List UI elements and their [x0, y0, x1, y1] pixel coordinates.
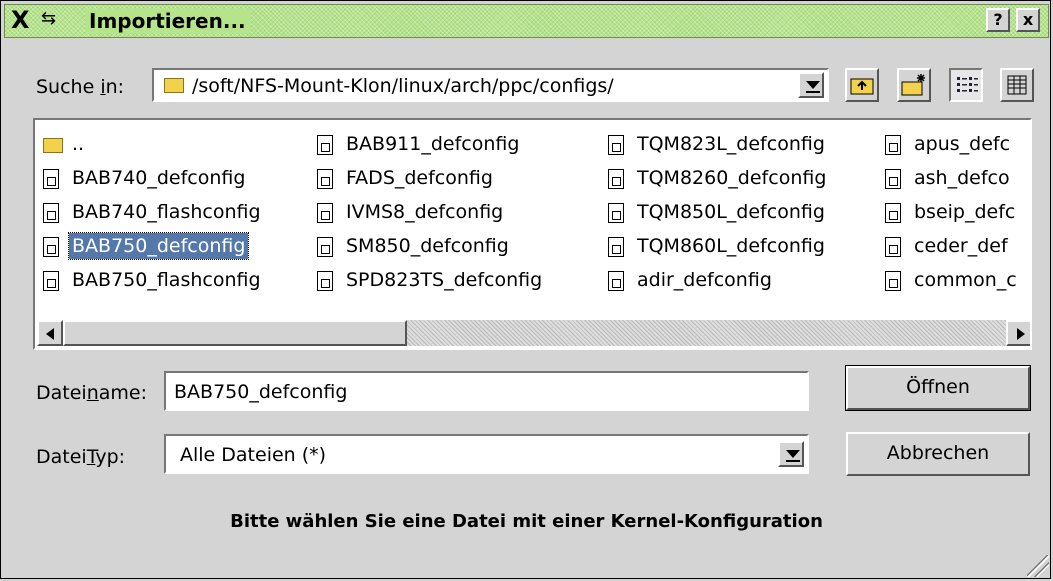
- file-icon: [885, 135, 901, 155]
- import-dialog: X ⇆ Importieren... ? x Suche in: /soft/N…: [0, 0, 1053, 581]
- file-icon: [317, 203, 333, 223]
- chevron-down-icon: [786, 450, 800, 458]
- parent-directory-icon: [850, 78, 874, 95]
- title-bar[interactable]: X ⇆ Importieren... ? x: [4, 4, 1049, 38]
- file-icon: [43, 203, 59, 223]
- filetype-dropdown-button[interactable]: [778, 441, 804, 467]
- file-icon: [317, 237, 333, 257]
- detail-view-icon: [1007, 75, 1027, 95]
- lookin-combobox[interactable]: /soft/NFS-Mount-Klon/linux/arch/ppc/conf…: [152, 68, 829, 102]
- lookin-path: /soft/NFS-Mount-Klon/linux/arch/ppc/conf…: [192, 75, 614, 97]
- scroll-right-button[interactable]: [1006, 320, 1030, 346]
- file-icon: [885, 237, 901, 257]
- hint-text: Bitte wählen Sie eine Datei mit einer Ke…: [230, 511, 823, 532]
- filename-input[interactable]: BAB750_defconfig: [164, 371, 809, 411]
- file-icon: [317, 271, 333, 291]
- folder-icon: [43, 138, 63, 153]
- list-view-icon: [957, 77, 978, 92]
- new-folder-icon: [901, 74, 925, 96]
- chevron-down-icon: [806, 81, 820, 89]
- file-icon: [43, 169, 59, 189]
- file-icon: [608, 203, 624, 223]
- folder-icon: [164, 78, 184, 93]
- horizontal-scrollbar[interactable]: [37, 320, 1030, 346]
- help-button[interactable]: ?: [986, 8, 1010, 32]
- open-button[interactable]: Öffnen: [845, 365, 1031, 411]
- arrow-right-icon: [1017, 328, 1025, 340]
- lookin-dropdown-button[interactable]: [798, 72, 824, 98]
- lookin-label: Suche in:: [36, 76, 125, 98]
- filetype-label: DateiTyp:: [36, 446, 126, 468]
- file-list[interactable]: .. BAB740_defconfig BAB740_flashconfig B…: [33, 118, 1032, 350]
- file-icon: [43, 271, 59, 291]
- detail-view-button[interactable]: [1000, 68, 1034, 102]
- new-folder-button[interactable]: [897, 68, 931, 102]
- window-menu-icon[interactable]: ⇆: [41, 8, 56, 29]
- file-icon: [608, 169, 624, 189]
- file-icon: [608, 237, 624, 257]
- file-icon: [608, 135, 624, 155]
- list-view-button[interactable]: [949, 68, 983, 102]
- cancel-button[interactable]: Abbrechen: [846, 432, 1030, 476]
- scroll-left-button[interactable]: [37, 320, 63, 346]
- close-button[interactable]: x: [1016, 8, 1040, 32]
- filename-label: Dateiname:: [36, 382, 147, 404]
- file-icon: [885, 169, 901, 189]
- file-icon: [43, 237, 59, 257]
- parent-directory-button[interactable]: [845, 68, 879, 102]
- arrow-left-icon: [46, 328, 54, 340]
- resize-grip-icon[interactable]: [1027, 555, 1049, 577]
- file-icon: [608, 271, 624, 291]
- file-icon: [885, 203, 901, 223]
- file-icon: [317, 135, 333, 155]
- x-window-icon[interactable]: X: [11, 6, 30, 34]
- window-title: Importieren...: [85, 9, 250, 33]
- scrollbar-thumb[interactable]: [63, 320, 407, 346]
- file-icon: [885, 271, 901, 291]
- filetype-select[interactable]: Alle Dateien (*): [164, 434, 809, 474]
- file-icon: [317, 169, 333, 189]
